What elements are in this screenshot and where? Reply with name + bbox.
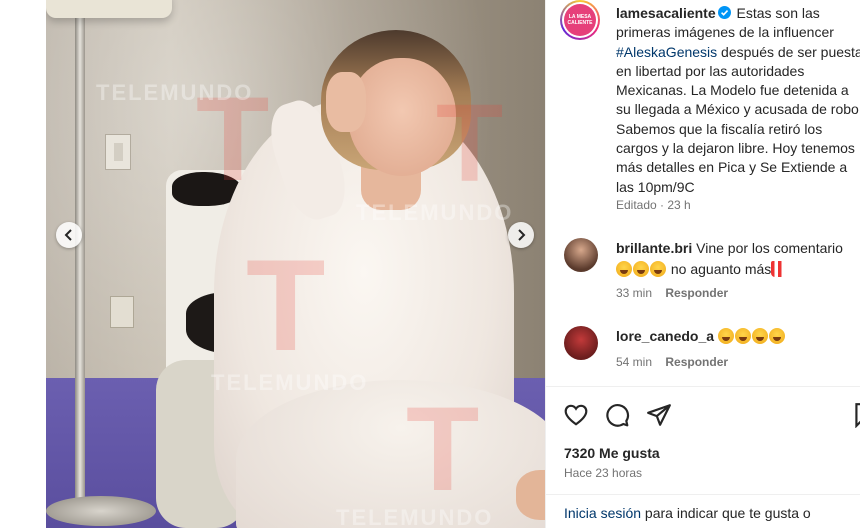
comment-username[interactable]: brillante.bri: [616, 240, 692, 256]
like-count[interactable]: 7320 Me gusta: [564, 445, 660, 461]
bookmark-icon: [855, 403, 860, 428]
author-avatar[interactable]: LA MESA CALIENTE: [560, 0, 600, 40]
reply-button[interactable]: Responder: [665, 355, 728, 369]
comment-meta: 33 min Responder: [616, 286, 728, 300]
comment-time: 33 min: [616, 286, 653, 300]
comment-button[interactable]: [604, 402, 630, 428]
post-side-panel: LA MESA CALIENTE lamesacaliente Estas so…: [545, 0, 860, 528]
post-caption: lamesacaliente Estas son las primeras im…: [616, 5, 860, 195]
login-link[interactable]: Inicia sesión: [564, 505, 641, 521]
reply-button[interactable]: Responder: [665, 286, 728, 300]
commenter-avatar[interactable]: [564, 238, 598, 272]
watermark: TELEMUNDO: [96, 80, 254, 105]
watermark: TELEMUNDO: [356, 200, 514, 225]
light-switch: [105, 134, 131, 170]
divider: [546, 494, 860, 495]
chevron-left-icon: [64, 229, 72, 241]
comment: lore_canedo_a: [616, 326, 860, 347]
floor-lamp: [75, 0, 85, 510]
laughing-emoji-icon: [768, 328, 785, 344]
lamp-base: [46, 496, 156, 526]
laughing-emoji-icon: [734, 328, 751, 344]
wall-outlet: [110, 296, 134, 328]
commenter-avatar[interactable]: [564, 326, 598, 360]
edited-timestamp: Editado · 23 h: [616, 198, 691, 212]
post-photo[interactable]: T T T T TELEMUNDO TELEMUNDO TELEMUNDO TE…: [46, 0, 545, 528]
comment-username[interactable]: lore_canedo_a: [616, 328, 714, 344]
heart-icon: [564, 404, 588, 426]
share-button[interactable]: [646, 402, 672, 428]
comment: brillante.bri Vine por los comentario no…: [616, 240, 843, 277]
comment-time: 54 min: [616, 355, 653, 369]
chevron-right-icon: [518, 229, 526, 241]
hashtag-link[interactable]: #AleskaGenesis: [616, 44, 717, 60]
like-button[interactable]: [563, 402, 589, 428]
share-icon: [647, 404, 671, 426]
next-image-button[interactable]: [508, 222, 534, 248]
laughing-emoji-icon: [616, 261, 632, 277]
watermark: TELEMUNDO: [211, 370, 369, 395]
laughing-emoji-icon: [751, 328, 768, 344]
save-button[interactable]: [851, 402, 860, 428]
prev-image-button[interactable]: [56, 222, 82, 248]
popcorn-emoji-icon: [771, 261, 786, 277]
divider: [546, 386, 860, 387]
login-prompt: Inicia sesión para indicar que te gusta …: [564, 505, 811, 521]
verified-badge-icon: [717, 6, 731, 19]
brand-logo: LA MESA CALIENTE: [564, 4, 596, 36]
post-time: Hace 23 horas: [564, 466, 643, 480]
left-gutter: [0, 0, 46, 528]
lamp-shade: [46, 0, 172, 18]
laughing-emoji-icon: [650, 261, 666, 277]
comment-meta: 54 min Responder: [616, 355, 728, 369]
author-username[interactable]: lamesacaliente: [616, 5, 716, 21]
laughing-emoji-icon: [633, 261, 649, 277]
watermark: TELEMUNDO: [336, 505, 494, 528]
comment-icon: [606, 404, 630, 427]
laughing-emoji-icon: [717, 328, 734, 344]
